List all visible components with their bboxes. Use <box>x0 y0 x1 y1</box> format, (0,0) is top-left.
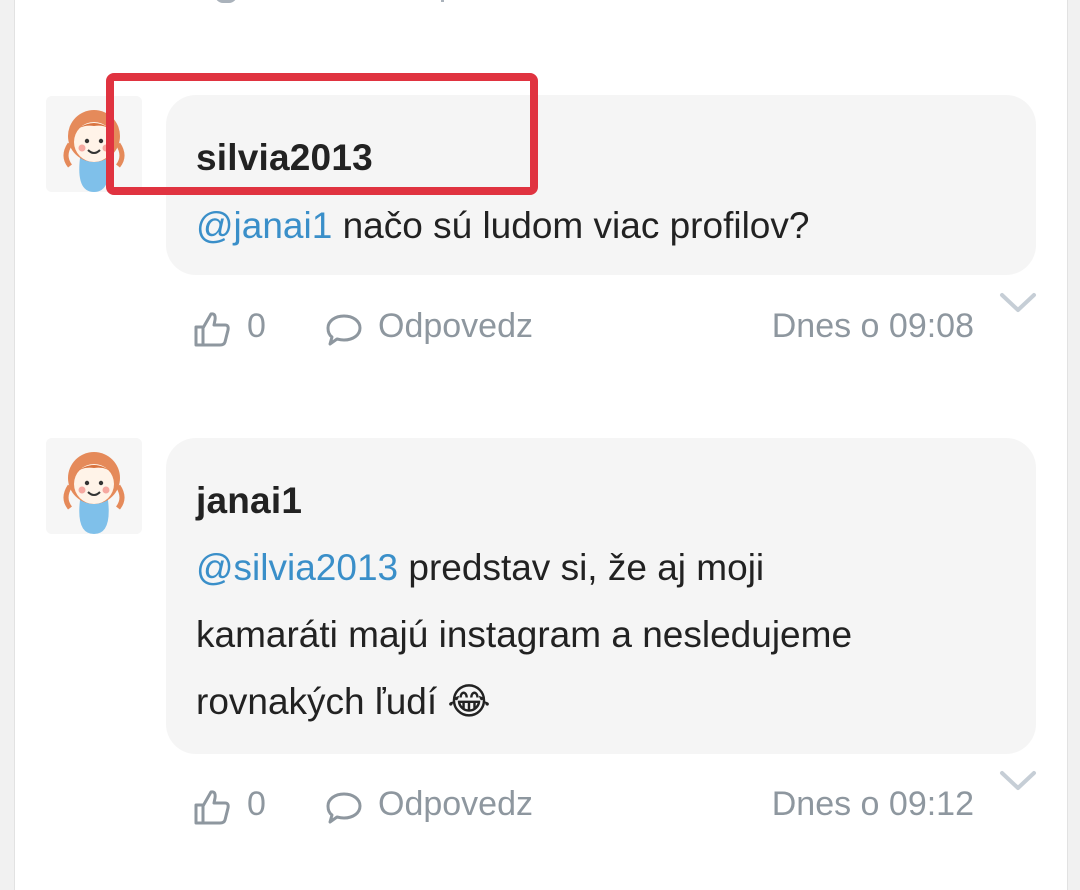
comment-bubble: janai1 @silvia2013 predstav si, že aj mo… <box>166 438 1036 754</box>
like-count: 0 <box>247 785 266 823</box>
mention-link[interactable]: @silvia2013 <box>196 547 398 588</box>
comment-text: @janai1 načo sú ludom viac profilov? <box>196 192 1006 259</box>
thumbs-up-icon[interactable] <box>192 309 232 349</box>
chevron-down-icon[interactable] <box>998 768 1038 794</box>
comment-body: načo sú ludom viac profilov? <box>332 205 810 246</box>
timestamp: Dnes o 09:08 <box>771 307 974 345</box>
comment-body: rovnakých ľudí <box>196 681 448 722</box>
comment-actions: 0 Odpovedz Dnes o 09:12 <box>192 781 982 831</box>
speech-bubble-icon[interactable] <box>325 312 363 348</box>
comment-line: rovnakých ľudí 😂 <box>196 668 1006 735</box>
thumbs-up-icon[interactable] <box>192 787 232 827</box>
chevron-down-icon[interactable] <box>998 290 1038 316</box>
like-count: 0 <box>247 307 266 345</box>
comment-username[interactable]: janai1 <box>196 480 302 522</box>
previous-icon-tick <box>441 0 444 2</box>
girl-avatar-icon <box>46 438 142 534</box>
avatar[interactable] <box>46 438 142 534</box>
mention-link[interactable]: @janai1 <box>196 205 332 246</box>
comment-actions: 0 Odpovedz Dnes o 09:08 <box>192 303 982 353</box>
tears-of-joy-emoji: 😂 <box>447 681 491 722</box>
comment-body: predstav si, že aj moji <box>398 547 765 588</box>
speech-bubble-icon[interactable] <box>325 790 363 826</box>
reply-button[interactable]: Odpovedz <box>378 307 533 346</box>
timestamp: Dnes o 09:12 <box>771 785 974 823</box>
highlight-box <box>106 73 538 195</box>
comment-line: @silvia2013 predstav si, že aj moji <box>196 534 1006 601</box>
previous-comment-actions <box>215 0 455 4</box>
reply-button[interactable]: Odpovedz <box>378 785 533 824</box>
comment-line: kamaráti majú instagram a nesledujeme <box>196 614 853 655</box>
comment-text: @silvia2013 predstav si, že aj moji kama… <box>196 534 1006 735</box>
previous-icon <box>215 0 237 3</box>
